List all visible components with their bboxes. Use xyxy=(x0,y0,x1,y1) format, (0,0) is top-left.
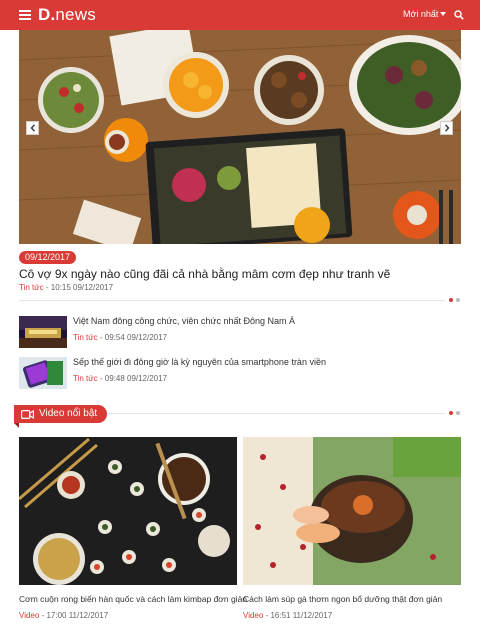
divider xyxy=(100,413,445,414)
list-item-thumbnail[interactable] xyxy=(19,357,67,389)
hero-category[interactable]: Tin tức xyxy=(19,283,44,292)
video-meta: Video - 17:00 11/12/2017 xyxy=(19,611,237,620)
list-item[interactable]: Sếp thế giới đi đông giờ là kỳ nguyên củ… xyxy=(19,357,461,389)
chevron-down-icon xyxy=(440,12,447,16)
hero-date-badge: 09/12/2017 xyxy=(19,251,77,264)
section-title: Video nổi bật xyxy=(39,408,98,419)
video-thumbnail[interactable] xyxy=(19,437,237,585)
list-item-title[interactable]: Việt Nam đông công chức, viên chức nhất … xyxy=(73,316,295,326)
search-icon[interactable] xyxy=(454,10,464,20)
pagination-dot[interactable] xyxy=(456,411,460,415)
site-logo[interactable]: D.news xyxy=(38,5,96,25)
list-item-meta: Tin tức - 09:54 09/12/2017 xyxy=(73,333,167,342)
list-item-category[interactable]: Tin tức xyxy=(73,374,98,383)
list-item-thumbnail[interactable] xyxy=(19,316,67,348)
chevron-right-icon xyxy=(444,124,449,132)
video-thumbnail[interactable] xyxy=(243,437,461,585)
slider-prev-button[interactable] xyxy=(26,121,39,135)
list-item-meta: Tin tức - 09:48 09/12/2017 xyxy=(73,374,167,383)
video-category[interactable]: Video xyxy=(19,611,39,620)
section-header-video: Video nổi bật xyxy=(14,405,108,423)
video-title[interactable]: Cách làm súp gà thơm ngon bổ dưỡng thật … xyxy=(243,594,461,604)
list-item-time: - 09:48 09/12/2017 xyxy=(99,374,168,383)
list-item-time: - 09:54 09/12/2017 xyxy=(99,333,168,342)
hero-image[interactable] xyxy=(19,30,461,244)
video-time: - 16:51 11/12/2017 xyxy=(265,611,333,620)
slider-next-button[interactable] xyxy=(440,121,453,135)
top-header: D.news Mới nhất xyxy=(0,0,480,30)
video-camera-icon xyxy=(21,409,34,419)
hero-meta: Tin tức - 10:15 09/12/2017 xyxy=(19,283,113,292)
video-meta: Video - 16:51 11/12/2017 xyxy=(243,611,461,620)
section-pagination[interactable] xyxy=(449,411,460,415)
pagination-dot-active[interactable] xyxy=(449,411,453,415)
list-item-title[interactable]: Sếp thế giới đi đông giờ là kỳ nguyên củ… xyxy=(73,357,326,367)
video-card[interactable]: Cách làm súp gà thơm ngon bổ dưỡng thật … xyxy=(243,437,461,620)
hero-time: - 10:15 09/12/2017 xyxy=(45,283,114,292)
divider xyxy=(19,300,445,301)
video-category[interactable]: Video xyxy=(243,611,263,620)
video-title[interactable]: Cơm cuộn rong biển hàn quốc và cách làm … xyxy=(19,594,247,604)
video-card[interactable]: Cơm cuộn rong biển hàn quốc và cách làm … xyxy=(19,437,247,620)
list-item[interactable]: Việt Nam đông công chức, viên chức nhất … xyxy=(19,316,461,348)
chevron-left-icon xyxy=(30,124,35,132)
sort-dropdown[interactable]: Mới nhất xyxy=(403,9,447,19)
pagination-dot[interactable] xyxy=(456,298,460,302)
slider-pagination[interactable] xyxy=(449,298,460,302)
hero-title[interactable]: Cô vợ 9x ngày nào cũng đãi cả nhà bằng m… xyxy=(19,267,390,281)
menu-icon[interactable] xyxy=(19,10,31,20)
video-time: - 17:00 11/12/2017 xyxy=(41,611,109,620)
sort-label: Mới nhất xyxy=(403,9,439,19)
section-tab-fold xyxy=(14,423,19,428)
pagination-dot-active[interactable] xyxy=(449,298,453,302)
list-item-category[interactable]: Tin tức xyxy=(73,333,98,342)
